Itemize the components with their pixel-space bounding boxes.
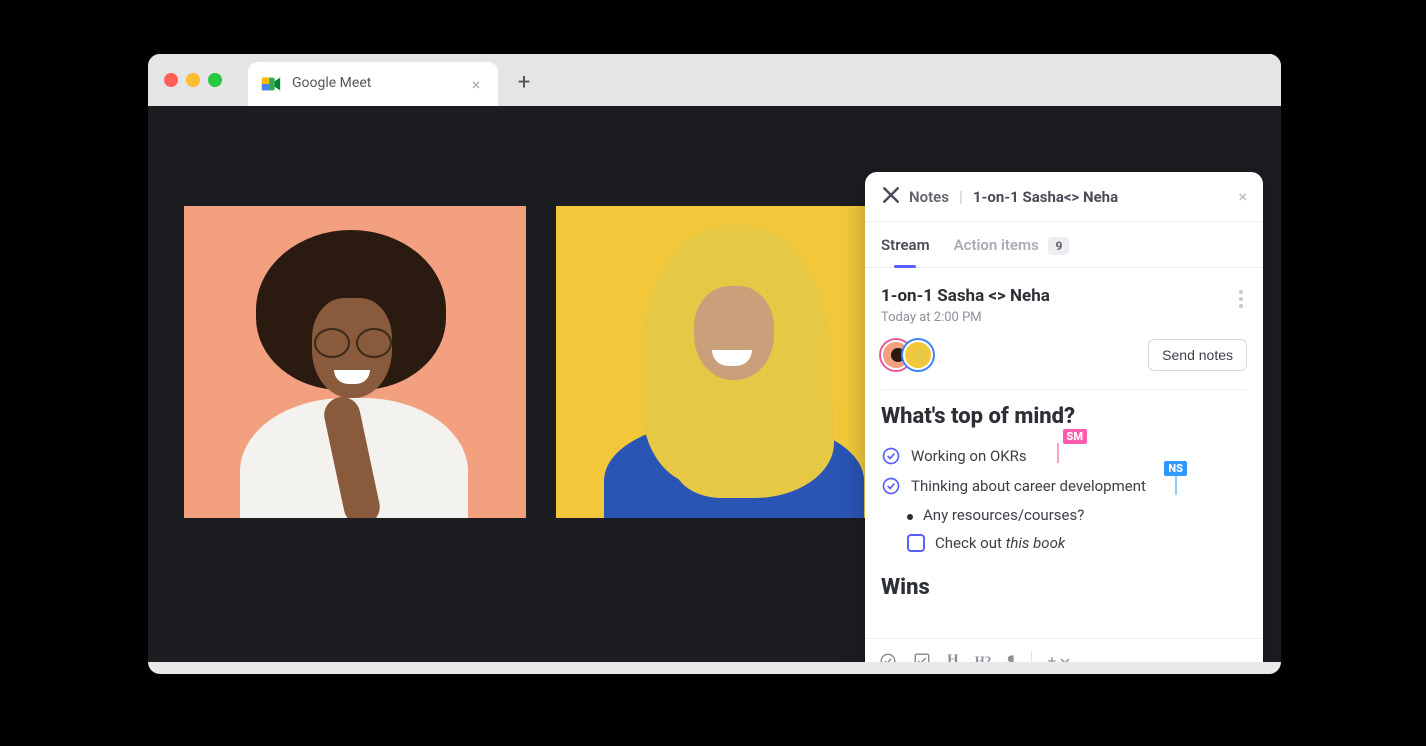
agenda-checkbox-1[interactable]: Check out this book xyxy=(881,529,1247,557)
browser-tab-bar: Google Meet × + xyxy=(148,54,1281,106)
tab-stream[interactable]: Stream xyxy=(881,236,930,254)
agenda-item-1-text: Working on OKRs xyxy=(911,447,1027,465)
new-tab-button[interactable]: + xyxy=(510,68,538,96)
bullet-icon xyxy=(907,514,913,520)
notes-panel-header: Notes | 1-on-1 Sasha<> Neha × xyxy=(865,172,1263,222)
panel-body: 1-on-1 Sasha <> Neha Today at 2:00 PM Se… xyxy=(865,268,1263,638)
collaborator-cursor-sm xyxy=(1057,443,1059,463)
meeting-menu-button[interactable] xyxy=(1235,286,1247,312)
panel-close-button[interactable]: × xyxy=(1238,187,1247,206)
browser-tab-google-meet[interactable]: Google Meet × xyxy=(248,62,498,106)
agenda-item-2[interactable]: Thinking about career development NS xyxy=(881,471,1247,501)
meeting-title: 1-on-1 Sasha <> Neha xyxy=(881,286,1050,306)
check-circle-icon[interactable] xyxy=(881,476,901,496)
check-circle-icon[interactable] xyxy=(881,446,901,466)
collaborator-tag-ns: NS xyxy=(1164,461,1187,476)
window-controls xyxy=(164,73,222,87)
panel-header-title: 1-on-1 Sasha<> Neha xyxy=(973,188,1118,206)
window-maximize-button[interactable] xyxy=(208,73,222,87)
avatar-neha[interactable] xyxy=(903,340,933,370)
section-top-of-mind-title: What's top of mind? xyxy=(881,404,1247,429)
panel-header-label: Notes xyxy=(909,188,949,206)
meeting-time: Today at 2:00 PM xyxy=(881,310,1050,325)
collaborator-cursor-ns xyxy=(1175,475,1177,495)
tab-close-button[interactable]: × xyxy=(466,74,486,94)
agenda-checkbox-1-text: Check out this book xyxy=(935,534,1065,552)
browser-bottom-bar xyxy=(148,662,1281,674)
fellow-app-icon xyxy=(881,185,901,209)
video-tile-participant-1[interactable] xyxy=(184,206,526,518)
tab-action-items[interactable]: Action items 9 xyxy=(954,236,1070,254)
google-meet-icon xyxy=(260,73,282,95)
checkbox-icon[interactable] xyxy=(907,534,925,552)
section-wins-title: Wins xyxy=(881,575,1247,600)
window-close-button[interactable] xyxy=(164,73,178,87)
agenda-item-1[interactable]: Working on OKRs SM xyxy=(881,441,1247,471)
panel-header-separator: | xyxy=(959,187,963,206)
video-tile-participant-2[interactable] xyxy=(556,206,898,518)
meet-viewport: Notes | 1-on-1 Sasha<> Neha × Stream Act… xyxy=(148,106,1281,674)
tab-title: Google Meet xyxy=(292,76,371,91)
window-minimize-button[interactable] xyxy=(186,73,200,87)
browser-window: Google Meet × + Notes xyxy=(148,54,1281,674)
notes-panel: Notes | 1-on-1 Sasha<> Neha × Stream Act… xyxy=(865,172,1263,674)
divider xyxy=(881,389,1247,390)
attendee-avatars xyxy=(881,340,933,370)
collaborator-tag-sm: SM xyxy=(1063,429,1087,444)
action-items-count-badge: 9 xyxy=(1048,237,1069,255)
agenda-item-2-text: Thinking about career development xyxy=(911,477,1146,495)
tab-action-items-label: Action items xyxy=(954,236,1039,254)
agenda-bullet-1-text: Any resources/courses? xyxy=(923,506,1084,524)
panel-tabs: Stream Action items 9 xyxy=(865,222,1263,268)
send-notes-button[interactable]: Send notes xyxy=(1148,339,1247,371)
agenda-bullet-1[interactable]: Any resources/courses? xyxy=(881,501,1247,529)
